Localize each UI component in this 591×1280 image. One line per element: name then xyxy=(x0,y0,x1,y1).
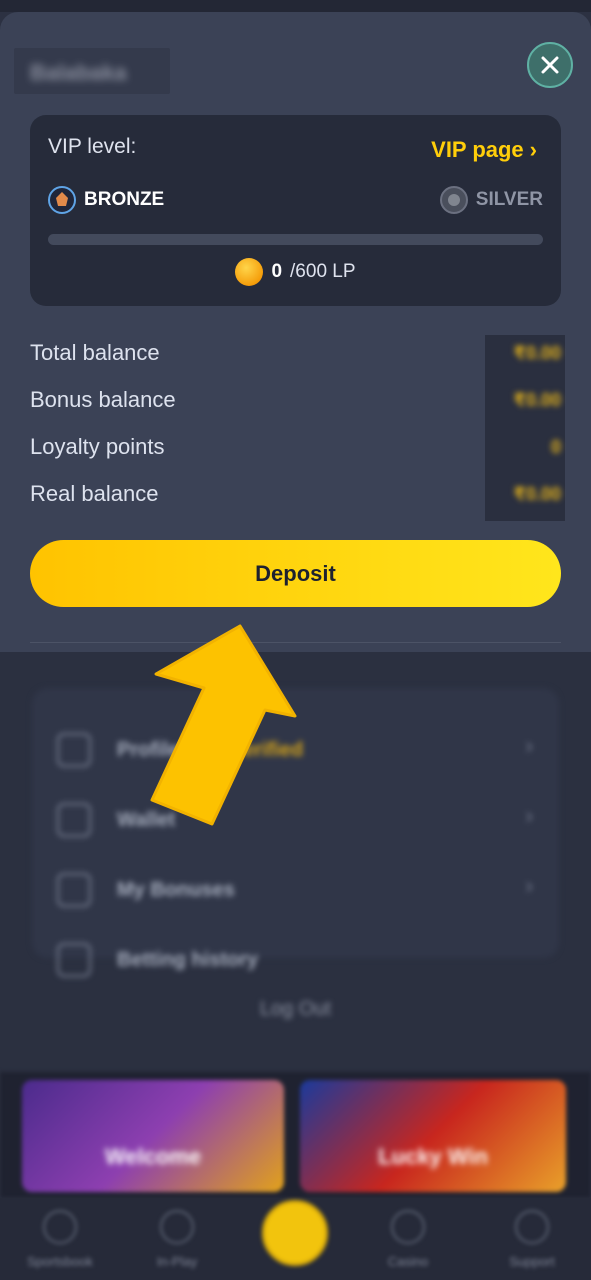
deposit-button[interactable]: Deposit xyxy=(30,540,561,607)
deposit-button-label: Deposit xyxy=(255,560,336,586)
vip-card: VIP level: VIP page › BRONZE SILVER 0 /6… xyxy=(30,115,561,306)
wallet-icon xyxy=(57,803,91,837)
lp-max: /600 LP xyxy=(290,261,356,282)
nav-label: In-Play xyxy=(156,1254,198,1269)
vip-page-link-label: VIP page xyxy=(431,137,524,162)
current-tier: BRONZE xyxy=(48,186,164,214)
close-x-icon xyxy=(541,56,559,74)
username-text: Balabaka xyxy=(30,60,127,85)
nav-center-button[interactable] xyxy=(262,1200,328,1266)
next-tier: SILVER xyxy=(439,186,543,214)
bronze-tier-icon xyxy=(48,186,76,214)
current-tier-label: BRONZE xyxy=(84,189,165,210)
nav-item-support[interactable]: Support xyxy=(482,1210,582,1269)
loyalty-points-label: Loyalty points xyxy=(30,434,165,459)
vip-level-label: VIP level: xyxy=(48,135,137,158)
loyalty-points-value: 0 xyxy=(550,437,561,457)
vip-page-link[interactable]: VIP page › xyxy=(431,137,537,163)
nav-item-in-play[interactable]: In-Play xyxy=(127,1210,227,1269)
real-balance-value: ₹0.00 xyxy=(513,484,561,504)
next-tier-label: SILVER xyxy=(475,189,543,210)
promo-banner-text: Lucky Win xyxy=(378,1144,488,1169)
menu-item-bonuses-label: My Bonuses xyxy=(117,878,235,901)
chevron-right-icon: › xyxy=(525,873,533,898)
vip-progress-bar xyxy=(48,234,543,245)
bottom-navigation: Sportsbook In-Play Casino Support xyxy=(0,1198,591,1280)
nav-label: Casino xyxy=(387,1254,429,1269)
chevron-right-icon: › xyxy=(529,137,537,162)
sports-icon xyxy=(43,1210,77,1244)
nav-label: Support xyxy=(509,1254,555,1269)
promo-banner[interactable]: Welcome xyxy=(22,1080,284,1192)
promo-banner-text: Welcome xyxy=(104,1144,202,1169)
total-balance-value: ₹0.00 xyxy=(513,343,561,363)
menu-item-betting-history-label: Betting history xyxy=(117,948,259,971)
coin-icon xyxy=(235,258,264,286)
profile-icon xyxy=(57,733,91,767)
logout-link[interactable]: Log Out xyxy=(0,998,591,1021)
silver-tier-icon xyxy=(439,186,468,214)
live-icon xyxy=(160,1210,194,1244)
status-strip xyxy=(0,0,591,12)
nav-item-casino[interactable]: Casino xyxy=(358,1210,458,1269)
real-balance-label: Real balance xyxy=(30,481,159,506)
menu-item-betting-history[interactable]: Betting history xyxy=(57,943,258,977)
nav-label: Sportsbook xyxy=(27,1254,93,1269)
balance-values-redacted: ₹0.00 ₹0.00 0 ₹0.00 xyxy=(485,335,565,521)
gift-icon xyxy=(57,873,91,907)
promo-banners: Welcome Lucky Win xyxy=(0,1072,591,1198)
nav-item-sportsbook[interactable]: Sportsbook xyxy=(10,1210,110,1269)
bonus-balance-label: Bonus balance xyxy=(30,387,176,412)
close-button[interactable] xyxy=(527,42,573,88)
casino-icon xyxy=(391,1210,425,1244)
history-icon xyxy=(57,943,91,977)
total-balance-label: Total balance xyxy=(30,340,160,365)
loyalty-progress: 0 /600 LP xyxy=(30,258,561,286)
support-icon xyxy=(515,1210,549,1244)
chevron-right-icon: › xyxy=(525,803,533,828)
lp-current: 0 xyxy=(271,261,283,282)
menu-item-bonuses[interactable]: My Bonuses xyxy=(57,873,235,907)
promo-banner[interactable]: Lucky Win xyxy=(300,1080,566,1192)
pointer-arrow-icon xyxy=(150,624,297,826)
username-redacted: Balabaka xyxy=(14,48,170,94)
bonus-balance-value: ₹0.00 xyxy=(513,390,561,410)
chevron-right-icon: › xyxy=(525,733,533,758)
